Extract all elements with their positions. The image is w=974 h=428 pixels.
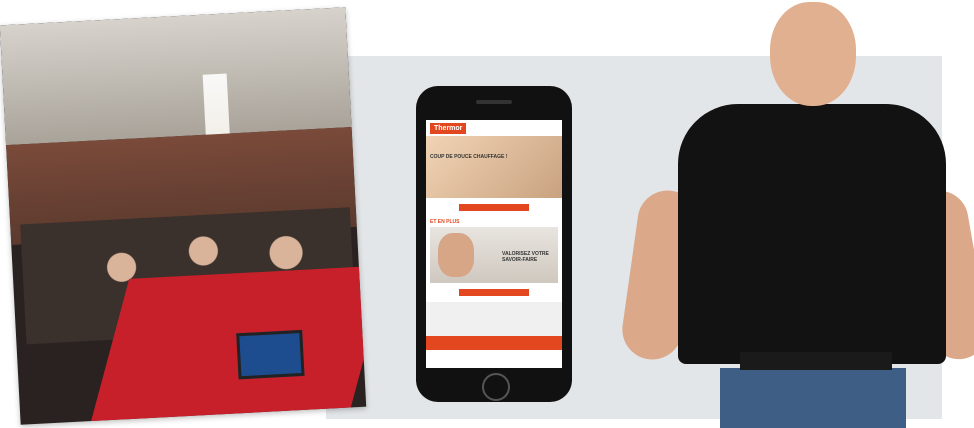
- belt: [740, 352, 892, 370]
- footer-bar: [426, 336, 562, 350]
- screen-header: Thermor: [426, 120, 562, 136]
- promo-cta-button: [459, 289, 529, 296]
- promo-image: VALORISEZ VOTRE SAVOIR-FAIRE: [430, 227, 558, 283]
- smartphone: Thermor COUP DE POUCE CHAUFFAGE ! ET EN …: [416, 86, 572, 402]
- black-polo-shirt: [678, 104, 946, 364]
- laptop: [236, 329, 305, 380]
- hero-cta-button: [459, 204, 529, 211]
- promo-face: [438, 233, 474, 277]
- promo-text: VALORISEZ VOTRE SAVOIR-FAIRE: [502, 251, 549, 263]
- jeans: [720, 368, 906, 428]
- brand-logo: Thermor: [430, 122, 467, 134]
- phone-speaker: [476, 100, 512, 104]
- section-label: ET EN PLUS: [430, 219, 460, 225]
- hero-headline: COUP DE POUCE CHAUFFAGE !: [430, 154, 508, 160]
- product-banner: [426, 302, 562, 336]
- hero-image: COUP DE POUCE CHAUFFAGE !: [426, 136, 562, 198]
- phone-screen: Thermor COUP DE POUCE CHAUFFAGE ! ET EN …: [426, 120, 562, 368]
- home-button: [482, 373, 510, 401]
- smiling-man: [618, 0, 974, 428]
- event-photo: [0, 7, 367, 425]
- red-tablecloth: [85, 265, 367, 425]
- ceiling: [0, 7, 352, 146]
- man-head: [770, 2, 856, 106]
